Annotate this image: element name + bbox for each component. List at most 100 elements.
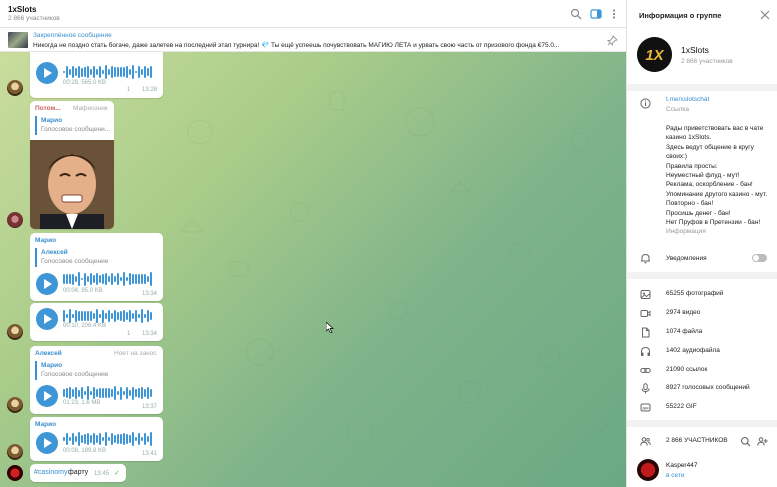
media-links[interactable]: 21090 ссылок: [666, 366, 707, 373]
chat-title[interactable]: 1xSlots: [8, 5, 36, 14]
reply-sticker-bubble[interactable]: Потом... Мафиозник Марио Голосовое сообщ…: [30, 101, 114, 229]
sender-name[interactable]: Потом...: [35, 105, 61, 112]
group-logo-text: 1X: [645, 47, 664, 64]
media-gifs[interactable]: 55222 GIF: [666, 403, 697, 410]
waveform-bar: [150, 432, 152, 446]
waveform-bar: [108, 437, 110, 441]
chat-area[interactable]: 1xSlots 2 866 участников Закреплённое со…: [0, 0, 626, 487]
close-icon[interactable]: [760, 10, 770, 20]
voice-meta: 00:10, 208.4 KB: [63, 323, 107, 329]
avatar[interactable]: [7, 324, 23, 340]
waveform-bar: [141, 274, 143, 284]
waveform-bar: [111, 389, 113, 397]
waveform-bar: [129, 389, 131, 397]
photo-icon: [640, 290, 651, 299]
notifications-toggle[interactable]: [752, 254, 767, 262]
waveform-bar: [105, 65, 107, 79]
waveform-bar: [132, 386, 134, 400]
forward-count: 1: [127, 331, 131, 337]
message-time: 13:34: [142, 291, 158, 297]
waveform-bar: [144, 313, 146, 319]
reply-quote[interactable]: Марио Голосовое сообщени...: [35, 116, 111, 135]
sticker-image[interactable]: [30, 140, 114, 229]
voice-message-bubble[interactable]: Марио Алексей Голосовое сообщение 00:04,…: [30, 233, 163, 301]
sidebar-toggle-icon[interactable]: [590, 8, 602, 20]
waveform-bar: [63, 310, 65, 322]
invite-link[interactable]: t.me/xslotschat: [666, 96, 709, 103]
waveform-bar: [126, 276, 128, 282]
description-label: Информация: [666, 228, 706, 235]
waveform-bar: [105, 313, 107, 319]
waveform-bar: [129, 435, 131, 444]
more-vertical-icon[interactable]: [608, 8, 620, 20]
reply-quote[interactable]: Марио Голосовое сообщение: [35, 361, 155, 380]
sender-name[interactable]: Алексей: [35, 350, 62, 357]
chat-header[interactable]: 1xSlots 2 866 участников: [0, 0, 626, 28]
play-icon[interactable]: [36, 432, 58, 454]
waveform-bar: [93, 433, 95, 445]
avatar[interactable]: [7, 397, 23, 413]
waveform-bar: [117, 433, 119, 445]
waveform-bar: [63, 274, 65, 284]
waveform-bar: [132, 312, 134, 320]
pinned-message-bar[interactable]: Закреплённое сообщение Никогда не поздно…: [0, 28, 626, 52]
search-icon[interactable]: [570, 8, 582, 20]
waveform-bar: [120, 66, 122, 78]
waveform-bar: [114, 275, 116, 283]
waveform-bar: [99, 274, 101, 284]
play-icon[interactable]: [36, 308, 58, 330]
waveform-bar: [66, 65, 68, 79]
waveform-bar: [87, 276, 89, 282]
waveform-bar: [93, 275, 95, 283]
play-icon[interactable]: [36, 62, 58, 84]
unpin-icon[interactable]: [607, 35, 618, 46]
search-members-icon[interactable]: [740, 436, 751, 447]
message-time: 13:41: [142, 451, 158, 457]
media-voice[interactable]: 8927 голосовых сообщений: [666, 384, 750, 391]
avatar[interactable]: [7, 212, 23, 228]
voice-message-bubble[interactable]: 00:10, 208.4 KB 1 13:34: [30, 303, 163, 341]
play-icon[interactable]: [36, 385, 58, 407]
waveform-bar: [72, 273, 74, 285]
waveform-bar: [63, 71, 65, 73]
voice-waveform[interactable]: [63, 432, 155, 446]
waveform-bar: [99, 387, 101, 399]
play-icon[interactable]: [36, 273, 58, 295]
forward-count: 1: [127, 87, 131, 93]
group-avatar[interactable]: 1X: [637, 37, 672, 72]
voice-message-bubble[interactable]: Алексей Ноет на занос Марио Голосовое со…: [30, 346, 163, 414]
reply-quote[interactable]: Алексей Голосовое сообщение: [35, 248, 155, 267]
media-audio[interactable]: 1402 аудиофайла: [666, 347, 720, 354]
hashtag-link[interactable]: #casinomy: [34, 469, 67, 476]
add-member-icon[interactable]: [757, 436, 768, 447]
waveform-bar: [144, 273, 146, 285]
waveform-bar: [75, 68, 77, 76]
waveform-bar: [144, 66, 146, 78]
sender-name[interactable]: Марио: [35, 237, 56, 244]
member-name[interactable]: Kasper447: [666, 462, 697, 469]
voice-waveform[interactable]: [63, 386, 155, 400]
text-message-bubble[interactable]: #casinomy фарту 13:45 ✓: [30, 464, 126, 482]
media-files[interactable]: 1074 файла: [666, 328, 702, 335]
waveform-bar: [108, 387, 110, 399]
avatar[interactable]: [7, 444, 23, 460]
waveform-bar: [87, 310, 89, 322]
media-photos[interactable]: 65255 фотографий: [666, 290, 723, 297]
waveform-bar: [90, 69, 92, 75]
quote-text: Голосовое сообщение: [41, 258, 109, 265]
message-time: 13:45: [94, 471, 110, 477]
waveform-bar: [87, 65, 89, 79]
bell-icon: [641, 253, 650, 264]
voice-message-bubble[interactable]: Марио 00:08, 189.8 KB 13:41: [30, 417, 163, 461]
member-avatar[interactable]: [637, 459, 659, 481]
waveform-bar: [117, 391, 119, 395]
media-videos[interactable]: 2974 видео: [666, 309, 700, 316]
voice-message-bubble[interactable]: 00:28, 565.0 KB 1 13:28: [30, 52, 163, 98]
avatar[interactable]: [7, 465, 23, 481]
voice-waveform[interactable]: [63, 309, 155, 323]
sender-name[interactable]: Марио: [35, 421, 56, 428]
avatar[interactable]: [7, 80, 23, 96]
voice-waveform[interactable]: [63, 272, 155, 286]
voice-waveform[interactable]: [63, 65, 155, 79]
waveform-bar: [102, 309, 104, 323]
